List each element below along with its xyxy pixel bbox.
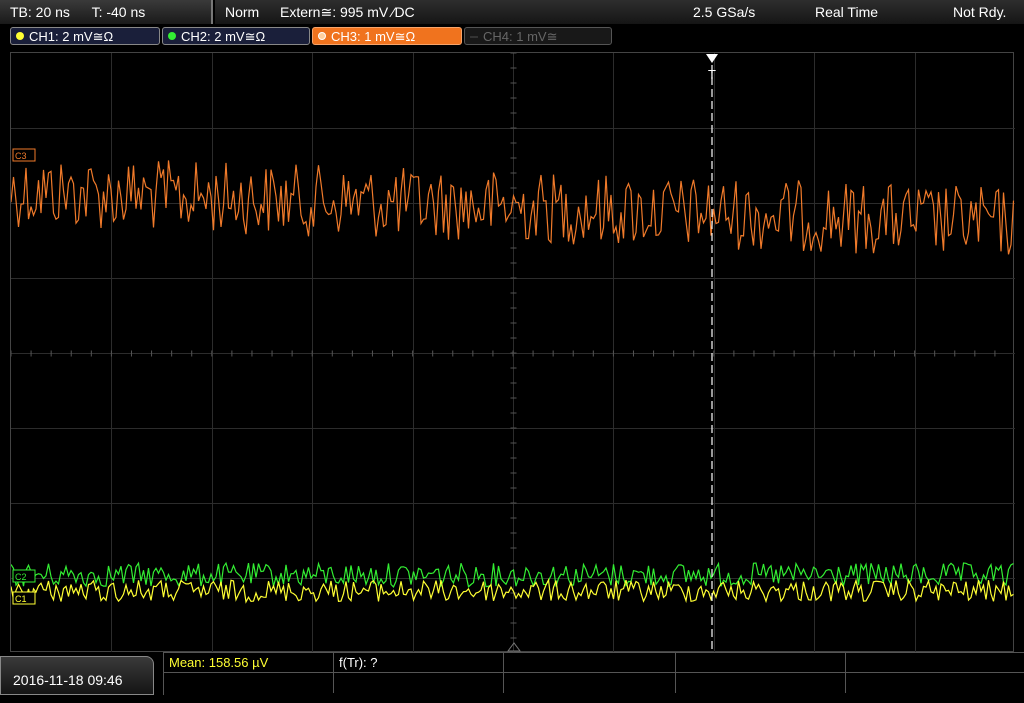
measurement-slot-4[interactable] (676, 653, 846, 673)
status-bar: TB: 20 ns T: -40 ns Norm Extern≅: 995 mV… (0, 0, 1024, 25)
channel-3-label: CH3: 1 mV≅Ω (331, 29, 416, 44)
measurement-slot-10[interactable] (846, 673, 1024, 693)
measurement-slot-6[interactable] (164, 673, 334, 693)
channel-1-tab[interactable]: CH1: 2 mV≅Ω (10, 27, 160, 45)
channel-2-tab[interactable]: CH2: 2 mV≅Ω (162, 27, 310, 45)
channel-1-marker-label: C1 (15, 594, 27, 604)
measurement-slot-3[interactable] (504, 653, 676, 673)
channel-1-offset-marker: C1 (12, 591, 36, 605)
trigger-panel[interactable]: Norm Extern≅: 995 mV ⁄DC 2.5 GSa/s Real … (215, 0, 1024, 24)
timebase-panel[interactable]: TB: 20 ns T: -40 ns (0, 0, 213, 24)
channel-2-offset-marker: C2 (12, 569, 36, 583)
channel-3-offset-marker: C3 (12, 148, 36, 162)
timebase-readout: TB: 20 ns (10, 4, 70, 20)
channel-3-marker-label: C3 (15, 151, 27, 161)
channel-1-label: CH1: 2 mV≅Ω (29, 29, 114, 44)
trigger-marker-icon (706, 54, 718, 63)
channel-4-label: CH4: 1 mV≅ (483, 29, 558, 44)
channel-3-indicator-icon (318, 32, 326, 40)
channel-4-tab[interactable]: CH4: 1 mV≅ (464, 27, 612, 45)
measurement-slot-5[interactable] (846, 653, 1024, 673)
channel-4-indicator-icon (470, 36, 478, 38)
measurement-table[interactable]: Mean: 158.56 µV f(Tr): ? (163, 652, 1024, 695)
datetime-display: 2016-11-18 09:46 (0, 656, 154, 695)
measurement-slot-9[interactable] (676, 673, 846, 693)
mean-measurement[interactable]: Mean: 158.56 µV (164, 653, 334, 673)
channel-2-marker-label: C2 (15, 572, 27, 582)
trigger-marker-label: T (708, 67, 716, 82)
channel-bar: CH1: 2 mV≅Ω CH2: 2 mV≅Ω CH3: 1 mV≅Ω CH4:… (0, 25, 1024, 49)
trigger-source: Extern≅: 995 mV ⁄DC (280, 4, 415, 20)
measurement-slot-7[interactable] (334, 673, 504, 693)
trigger-mode: Norm (225, 4, 260, 20)
channel-3-trace (11, 160, 1015, 255)
frequency-measurement[interactable]: f(Tr): ? (334, 653, 504, 673)
channel-1-indicator-icon (16, 32, 24, 40)
sample-rate: 2.5 GSa/s (693, 4, 756, 20)
acquisition-mode: Real Time (815, 4, 879, 20)
channel-2-indicator-icon (168, 32, 176, 40)
measurement-bar: 2016-11-18 09:46 Mean: 158.56 µV f(Tr): … (0, 652, 1024, 695)
trigger-state: Not Rdy. (953, 4, 1007, 20)
trigger-position-readout: T: -40 ns (91, 4, 146, 20)
channel-2-label: CH2: 2 mV≅Ω (181, 29, 266, 44)
measurement-slot-8[interactable] (504, 673, 676, 693)
waveform-grid: T C3 C2 C1 (11, 53, 1015, 653)
channel-1-trace (11, 577, 1014, 604)
channel-3-tab[interactable]: CH3: 1 mV≅Ω (312, 27, 462, 45)
waveform-display[interactable]: T C3 C2 C1 (10, 52, 1015, 653)
